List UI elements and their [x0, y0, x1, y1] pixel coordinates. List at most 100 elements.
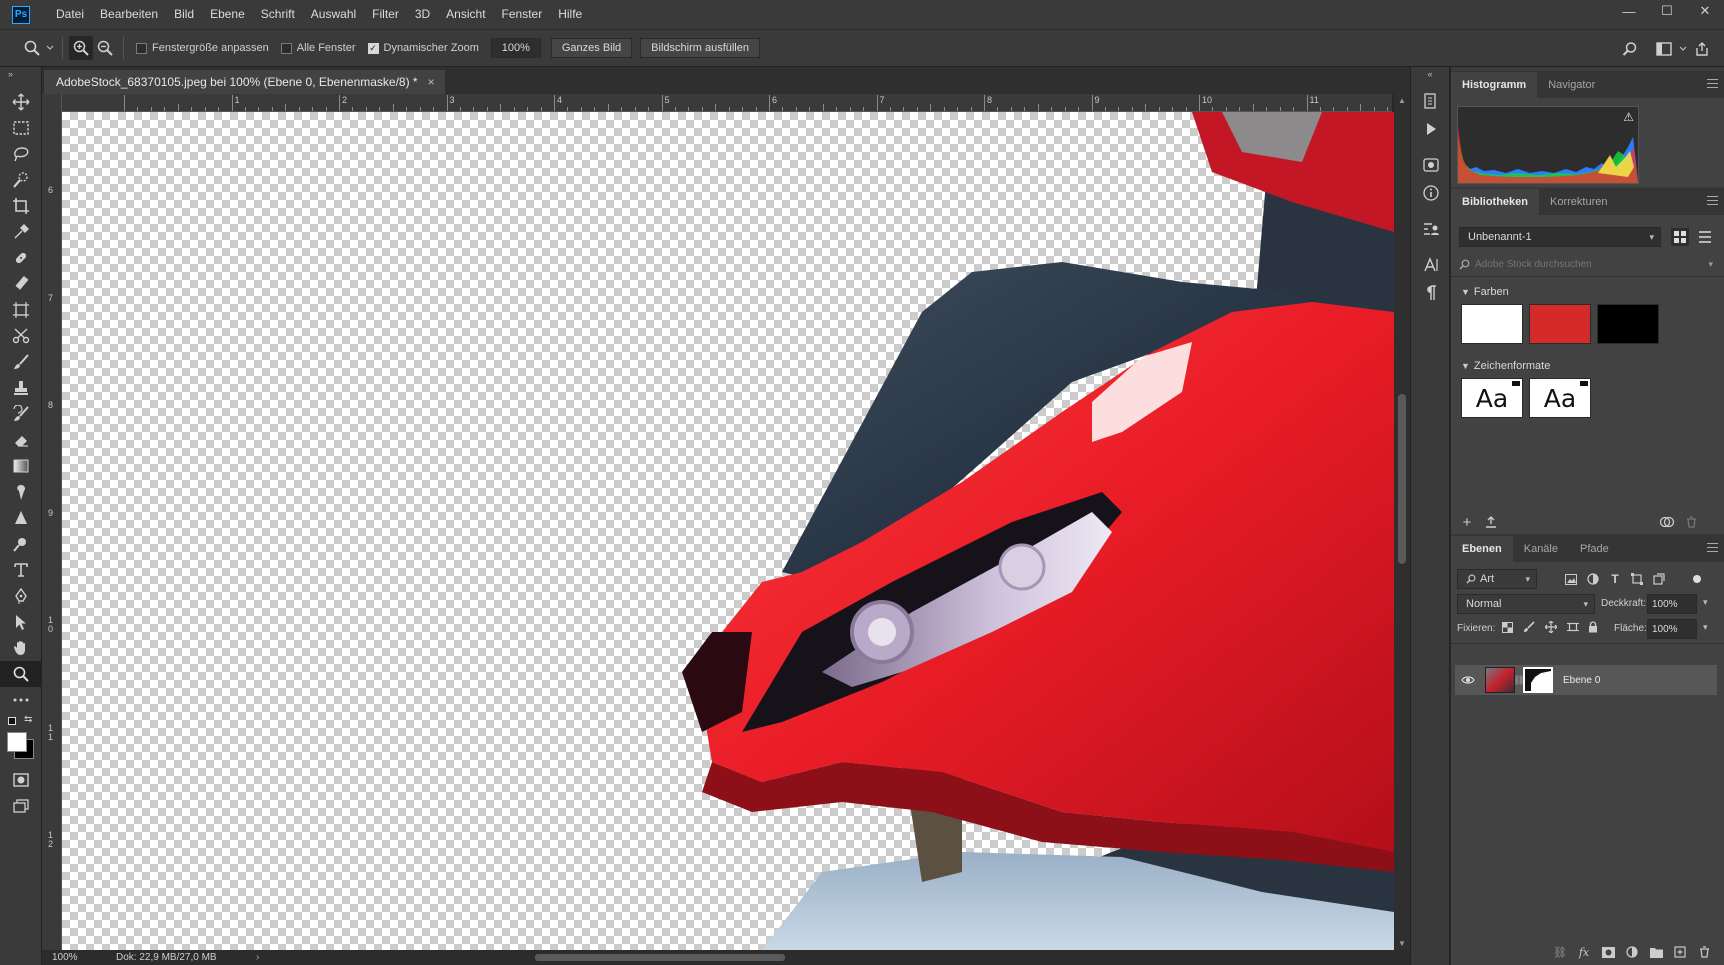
tab-paths[interactable]: Pfade — [1569, 536, 1620, 562]
menu-bearbeiten[interactable]: Bearbeiten — [92, 0, 166, 29]
menu-schrift[interactable]: Schrift — [253, 0, 303, 29]
new-adjustment-layer-icon[interactable] — [1620, 946, 1644, 958]
smudge-tool-icon[interactable] — [0, 479, 42, 505]
fill-screen-button[interactable]: Bildschirm ausfüllen — [640, 38, 760, 58]
filter-pixel-layers-icon[interactable] — [1563, 571, 1579, 587]
path-selection-tool-icon[interactable] — [0, 609, 42, 635]
panel-menu-icon[interactable] — [1707, 79, 1718, 88]
layer-name[interactable]: Ebene 0 — [1563, 675, 1600, 686]
menu-ebene[interactable]: Ebene — [202, 0, 253, 29]
colors-section-header[interactable]: ▼ Farben — [1461, 286, 1509, 298]
lasso-tool-icon[interactable] — [0, 141, 42, 167]
filter-toggle-icon[interactable] — [1689, 571, 1705, 587]
layer-mask-thumbnail[interactable] — [1523, 667, 1553, 693]
zoom-out-icon[interactable] — [93, 36, 117, 60]
library-color-white[interactable] — [1461, 304, 1523, 344]
tab-navigator[interactable]: Navigator — [1537, 72, 1606, 98]
add-mask-icon[interactable] — [1596, 946, 1620, 958]
menu-3d[interactable]: 3D — [407, 0, 438, 29]
pen-tool-icon[interactable] — [0, 583, 42, 609]
eraser-tool-icon[interactable] — [0, 427, 42, 453]
lock-position-icon[interactable] — [1543, 619, 1559, 635]
cloud-sync-icon[interactable] — [1659, 514, 1675, 530]
type-tool-icon[interactable] — [0, 557, 42, 583]
horizontal-ruler[interactable]: 1 2 3 4 5 6 7 8 9 10 11 — [62, 94, 1402, 112]
stock-search[interactable]: ▾ — [1459, 254, 1717, 274]
menu-bild[interactable]: Bild — [166, 0, 202, 29]
menu-auswahl[interactable]: Auswahl — [303, 0, 364, 29]
dodge-tool-icon[interactable] — [0, 531, 42, 557]
delete-layer-icon[interactable] — [1692, 946, 1716, 958]
chevron-down-icon[interactable]: ▾ — [1708, 259, 1713, 270]
layer-thumbnail[interactable] — [1485, 667, 1515, 693]
eyedropper-tool-icon[interactable] — [0, 219, 42, 245]
vertical-ruler[interactable]: 6 7 8 9 1 0 1 1 1 2 — [42, 94, 62, 950]
quick-selection-tool-icon[interactable] — [0, 167, 42, 193]
gradient-tool-icon[interactable] — [0, 453, 42, 479]
filter-adjustment-layers-icon[interactable] — [1585, 571, 1601, 587]
crop-tool-icon[interactable] — [0, 193, 42, 219]
menu-datei[interactable]: Datei — [48, 0, 92, 29]
zoom-percent-field[interactable]: 100% — [490, 38, 541, 58]
fit-screen-button[interactable]: Ganzes Bild — [550, 38, 633, 58]
lock-artboard-icon[interactable] — [1565, 619, 1581, 635]
workspace-chevron-icon[interactable] — [1676, 37, 1690, 61]
vertical-scroll-thumb[interactable] — [1398, 394, 1406, 564]
document-tab[interactable]: AdobeStock_68370105.jpeg bei 100% (Ebene… — [44, 70, 445, 94]
menu-ansicht[interactable]: Ansicht — [438, 0, 493, 29]
menu-fenster[interactable]: Fenster — [494, 0, 551, 29]
char-styles-section-header[interactable]: ▼ Zeichenformate — [1461, 360, 1550, 372]
cache-warning-icon[interactable]: ⚠ — [1623, 110, 1634, 124]
tool-preset-chevron-icon[interactable] — [44, 36, 56, 60]
opacity-field[interactable]: 100% — [1647, 594, 1697, 614]
share-icon[interactable] — [1690, 37, 1714, 61]
grid-view-icon[interactable] — [1671, 228, 1689, 246]
add-content-icon[interactable]: + — [1459, 514, 1475, 531]
dynamic-zoom-checkbox[interactable]: ✓ Dynamischer Zoom — [367, 42, 479, 54]
frame-tool-icon[interactable] — [0, 297, 42, 323]
visibility-eye-icon[interactable] — [1455, 675, 1481, 685]
status-menu-arrow-icon[interactable]: › — [256, 952, 259, 963]
foreground-color-swatch[interactable] — [7, 732, 27, 752]
paragraph-icon[interactable] — [1411, 279, 1451, 307]
filter-type-layers-icon[interactable]: T — [1607, 571, 1623, 587]
layer-filter-select[interactable]: Art ▾ — [1457, 569, 1537, 589]
search-icon[interactable] — [1618, 37, 1642, 61]
quick-mask-icon[interactable] — [0, 767, 42, 793]
close-document-icon[interactable]: × — [428, 75, 435, 89]
zoom-tool-icon[interactable] — [20, 36, 44, 60]
new-layer-icon[interactable] — [1668, 946, 1692, 958]
character-style-1[interactable]: Aa — [1461, 378, 1523, 418]
panel-menu-icon[interactable] — [1707, 196, 1718, 205]
brush-tool-icon[interactable] — [0, 349, 42, 375]
layer-row[interactable]: ⛓ Ebene 0 — [1455, 665, 1717, 695]
filter-smart-objects-icon[interactable] — [1651, 571, 1667, 587]
tab-channels[interactable]: Kanäle — [1513, 536, 1569, 562]
lock-transparent-pixels-icon[interactable] — [1499, 619, 1515, 635]
library-color-black[interactable] — [1597, 304, 1659, 344]
collapse-toolbar-icon[interactable]: » — [0, 67, 41, 89]
layer-effects-icon[interactable]: fx — [1572, 946, 1596, 959]
sharpen-tool-icon[interactable] — [0, 505, 42, 531]
lock-all-icon[interactable] — [1585, 619, 1601, 635]
move-tool-icon[interactable] — [0, 89, 42, 115]
checkbox-box[interactable] — [136, 42, 147, 54]
minimize-button[interactable]: — — [1610, 0, 1648, 22]
tab-adjustments[interactable]: Korrekturen — [1539, 189, 1618, 215]
clone-stamp-tool-icon[interactable] — [0, 375, 42, 401]
blend-mode-select[interactable]: Normal ▾ — [1457, 594, 1595, 614]
vertical-scrollbar[interactable]: ▲ ▼ — [1394, 94, 1410, 950]
marquee-tool-icon[interactable] — [0, 115, 42, 141]
scroll-down-arrow-icon[interactable]: ▼ — [1398, 939, 1406, 948]
library-color-red[interactable] — [1529, 304, 1591, 344]
stock-search-input[interactable] — [1475, 258, 1695, 270]
status-zoom[interactable]: 100% — [52, 952, 102, 963]
link-layers-icon[interactable]: ⛓ — [1548, 946, 1572, 959]
menu-filter[interactable]: Filter — [364, 0, 407, 29]
menu-hilfe[interactable]: Hilfe — [550, 0, 590, 29]
upload-icon[interactable] — [1483, 514, 1499, 530]
collapse-dock-icon[interactable]: « — [1411, 67, 1449, 87]
scroll-up-arrow-icon[interactable]: ▲ — [1398, 96, 1406, 105]
mask-link-icon[interactable]: ⛓ — [1513, 667, 1524, 693]
scissors-tool-icon[interactable] — [0, 323, 42, 349]
